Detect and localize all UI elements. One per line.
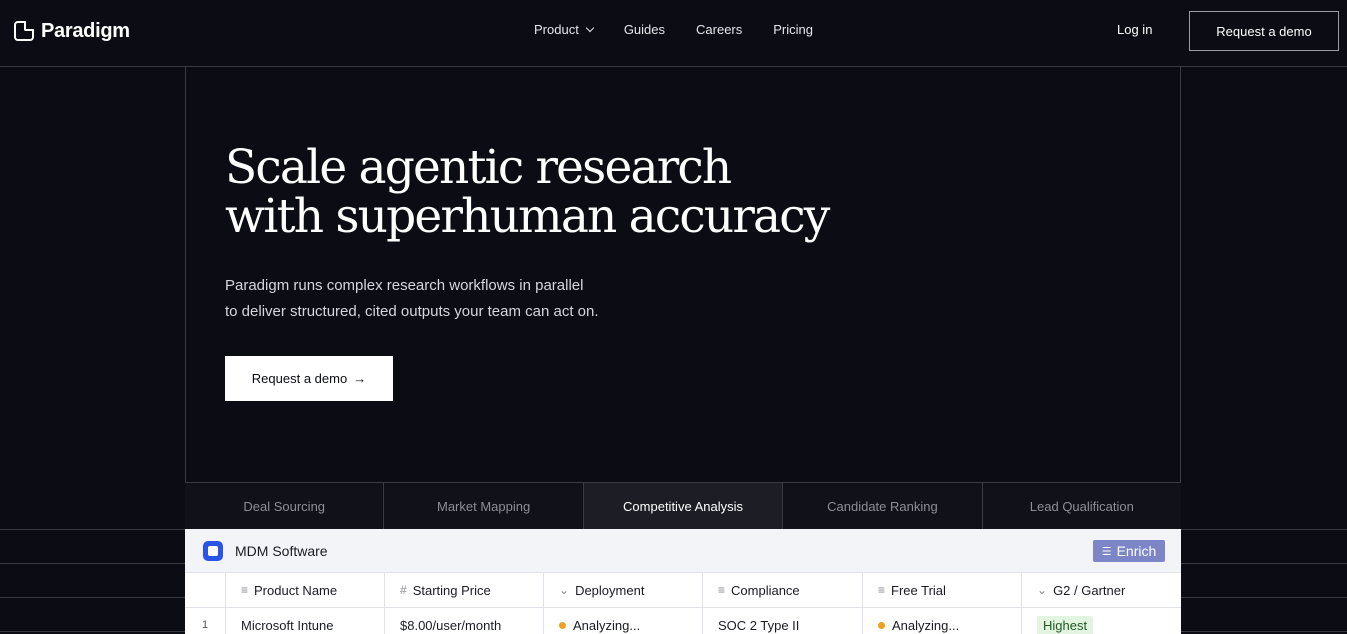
tab-candidate-ranking[interactable]: Candidate Ranking — [783, 483, 983, 529]
brand-name: Paradigm — [41, 19, 130, 42]
frame-divider-right — [1180, 67, 1181, 529]
column-header-label: Deployment — [575, 582, 645, 598]
chevron-down-icon — [585, 23, 595, 33]
status-dot-icon — [559, 621, 566, 629]
nav-link-label: Careers — [696, 22, 743, 37]
hero-title-line: with superhuman accuracy — [225, 189, 830, 244]
cell-g2-gartner[interactable]: Highest — [1022, 608, 1181, 634]
nav-link-product[interactable]: Product — [534, 22, 595, 37]
table-title: MDM Software — [235, 543, 328, 559]
nav-links: Product Guides Careers Pricing — [534, 22, 844, 37]
hero-cta-label: Request a demo — [251, 371, 348, 386]
frame-divider-left — [185, 67, 186, 529]
research-table-card: MDM Software ☰ Enrich ≡ Product Name # S… — [185, 529, 1181, 634]
enrich-icon: ☰ — [1101, 545, 1112, 558]
table-header-bar: MDM Software ☰ Enrich — [185, 529, 1181, 573]
request-demo-hero-button[interactable]: Request a demo → — [225, 356, 393, 401]
cell-free-trial[interactable]: Analyzing... — [863, 608, 1022, 634]
nav-link-label: Pricing — [773, 22, 814, 37]
hero-subtitle: Paradigm runs complex research workflows… — [225, 273, 645, 325]
table-app-icon — [203, 541, 223, 561]
login-link[interactable]: Log in — [1117, 22, 1152, 37]
column-header-deployment[interactable]: ⌄ Deployment — [544, 573, 703, 607]
number-column-icon: # — [400, 583, 407, 597]
use-case-tabs: Deal Sourcing Market Mapping Competitive… — [185, 482, 1182, 529]
nav-link-guides[interactable]: Guides — [624, 22, 665, 37]
column-header-free-trial[interactable]: ≡ Free Trial — [863, 573, 1022, 607]
column-header-g2-gartner[interactable]: ⌄ G2 / Gartner — [1022, 573, 1181, 607]
cell-product-name[interactable]: Microsoft Intune — [226, 608, 385, 634]
request-demo-nav-button[interactable]: Request a demo — [1189, 11, 1339, 51]
hero-title: Scale agentic research with superhuman a… — [225, 143, 925, 241]
top-navigation: Paradigm Product Guides Careers Pricing … — [0, 0, 1347, 67]
select-column-icon: ⌄ — [559, 583, 570, 597]
column-header-label: Compliance — [731, 582, 800, 598]
status-dot-icon — [878, 621, 885, 629]
column-header-label: G2 / Gartner — [1053, 582, 1126, 598]
tab-deal-sourcing[interactable]: Deal Sourcing — [185, 483, 385, 529]
column-header-label: Starting Price — [412, 582, 491, 598]
select-column-icon: ⌄ — [1037, 583, 1048, 597]
hero-subtitle-line: Paradigm runs complex research workflows… — [225, 277, 584, 294]
text-column-icon: ≡ — [241, 583, 249, 597]
nav-link-careers[interactable]: Careers — [696, 22, 742, 37]
arrow-right-icon: → — [353, 371, 367, 386]
column-header-product-name[interactable]: ≡ Product Name — [226, 573, 385, 607]
status-text: Analyzing... — [892, 617, 960, 633]
status-text: Analyzing... — [573, 617, 641, 633]
text-column-icon: ≡ — [718, 583, 726, 597]
hero-subtitle-line: to deliver structured, cited outputs you… — [225, 303, 599, 320]
tab-competitive-analysis[interactable]: Competitive Analysis — [583, 483, 784, 529]
column-header-label: Product Name — [254, 582, 338, 598]
tab-market-mapping[interactable]: Market Mapping — [384, 483, 584, 529]
nav-link-pricing[interactable]: Pricing — [773, 22, 813, 37]
text-column-icon: ≡ — [878, 583, 886, 597]
enrich-button[interactable]: ☰ Enrich — [1093, 540, 1165, 562]
column-header-starting-price[interactable]: # Starting Price — [385, 573, 544, 607]
column-header-label: Free Trial — [891, 582, 946, 598]
cell-starting-price[interactable]: $8.00/user/month — [385, 608, 544, 634]
paradigm-logo-icon — [14, 21, 34, 41]
row-index: 1 — [185, 608, 226, 634]
brand-logo[interactable]: Paradigm — [14, 19, 130, 43]
nav-link-label: Guides — [623, 22, 666, 37]
cell-deployment[interactable]: Analyzing... — [544, 608, 703, 634]
index-column-header — [185, 573, 226, 607]
nav-link-label: Product — [534, 22, 579, 37]
rating-badge: Highest — [1037, 615, 1094, 634]
hero-title-line: Scale agentic research — [225, 140, 732, 195]
tab-lead-qualification[interactable]: Lead Qualification — [982, 483, 1182, 529]
cell-compliance[interactable]: SOC 2 Type II — [703, 608, 863, 634]
column-header-compliance[interactable]: ≡ Compliance — [703, 573, 863, 607]
table-row[interactable]: 1 Microsoft Intune $8.00/user/month Anal… — [185, 608, 1181, 634]
table-column-header-row: ≡ Product Name # Starting Price ⌄ Deploy… — [185, 573, 1181, 608]
enrich-label: Enrich — [1116, 543, 1157, 559]
